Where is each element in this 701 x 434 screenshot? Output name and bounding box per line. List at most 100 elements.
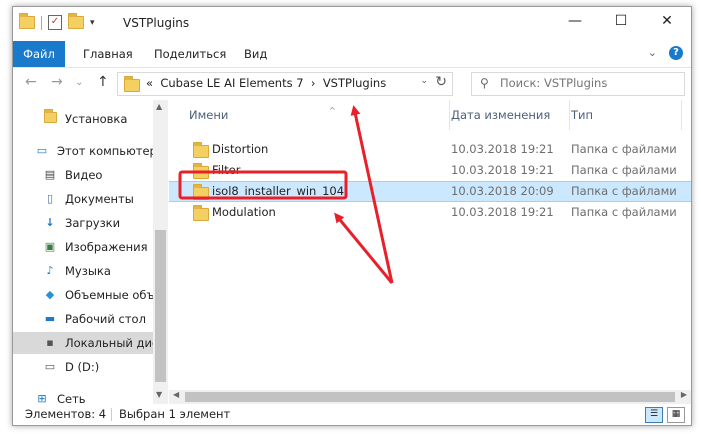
folder-icon xyxy=(193,205,209,221)
file-type: Папка с файлами xyxy=(571,163,677,177)
drive-icon: ▭ xyxy=(44,360,56,373)
file-list: ^ Имени Дата изменения Тип Distortion 10… xyxy=(169,100,691,404)
scroll-left-icon[interactable]: ◀ xyxy=(173,390,179,399)
tab-share[interactable]: Поделиться xyxy=(146,41,234,67)
navigation-scrollbar[interactable]: ▲ ▼ xyxy=(153,100,168,404)
scroll-up-icon[interactable]: ▲ xyxy=(156,102,162,111)
expand-ribbon-icon[interactable]: ⌄ xyxy=(648,46,657,60)
folder-icon[interactable] xyxy=(19,13,35,29)
sidebar-item-3d-objects[interactable]: ◆ Объемные объ xyxy=(13,284,153,306)
sidebar-item-label: Изображения xyxy=(65,240,148,254)
scroll-right-icon[interactable]: ▶ xyxy=(681,390,687,399)
sidebar-item-label: Рабочий стол xyxy=(65,312,146,326)
column-label: Имени xyxy=(189,108,229,122)
file-type: Папка с файлами xyxy=(571,184,677,198)
scrollbar-thumb[interactable] xyxy=(185,392,675,402)
file-date: 10.03.2018 19:21 xyxy=(451,142,554,156)
refresh-icon[interactable]: ↻ xyxy=(435,74,447,90)
breadcrumb: « Cubase LE AI Elements 7 › VSTPlugins xyxy=(146,76,386,90)
horizontal-scrollbar[interactable]: ◀ ▶ xyxy=(169,390,691,404)
folder-icon xyxy=(124,76,140,92)
sidebar-item-label: Локальный дис xyxy=(65,336,153,350)
sidebar-item-install[interactable]: Установка xyxy=(13,108,153,130)
column-header-name[interactable]: ^ Имени xyxy=(189,100,450,130)
local-disk-icon: ▪ xyxy=(46,336,54,349)
sidebar-item-desktop[interactable]: ▬ Рабочий стол xyxy=(13,308,153,330)
forward-arrow-icon[interactable]: → xyxy=(51,74,63,90)
sidebar-item-local-disk[interactable]: ▪ Локальный дис xyxy=(13,332,153,354)
table-row-selected[interactable]: isol8_installer_win_104 10.03.2018 20:09… xyxy=(169,181,691,202)
large-icons-view-icon[interactable]: ▦ xyxy=(667,407,685,423)
back-arrow-icon[interactable]: ← xyxy=(25,74,37,90)
navigation-pane: Установка ▭ Этот компьютер ▤ Видео ▯ Док… xyxy=(13,100,153,406)
folder-icon xyxy=(193,163,209,179)
table-row[interactable]: Filter 10.03.2018 19:21 Папка с файлами xyxy=(169,160,691,181)
3d-objects-icon: ◆ xyxy=(45,288,55,301)
quick-access-toolbar: ✓ ▾ xyxy=(19,13,95,30)
tab-file[interactable]: Файл xyxy=(13,41,65,67)
explorer-window: ✓ ▾ VSTPlugins — ☐ ✕ Файл Главная Подели… xyxy=(12,6,692,426)
file-name: Distortion xyxy=(212,142,269,156)
sidebar-item-label: Документы xyxy=(65,192,134,206)
maximize-button[interactable]: ☐ xyxy=(598,7,644,37)
documents-icon: ▯ xyxy=(46,192,54,205)
video-icon: ▤ xyxy=(44,168,56,181)
sidebar-item-drive-d[interactable]: ▭ D (D:) xyxy=(13,356,153,378)
file-name: Modulation xyxy=(212,205,276,219)
chevron-down-icon[interactable]: ⌄ xyxy=(420,76,428,86)
music-icon: ♪ xyxy=(46,264,54,277)
details-view-icon[interactable]: ☰ xyxy=(645,407,663,423)
column-header-date[interactable]: Дата изменения xyxy=(451,100,570,130)
sidebar-item-label: Установка xyxy=(65,112,128,126)
breadcrumb-current[interactable]: VSTPlugins xyxy=(323,76,386,90)
minimize-button[interactable]: — xyxy=(552,7,598,37)
sidebar-item-music[interactable]: ♪ Музыка xyxy=(13,260,153,282)
folder-icon xyxy=(43,109,57,126)
sidebar-item-documents[interactable]: ▯ Документы xyxy=(13,188,153,210)
item-count: Элементов: 4 xyxy=(25,407,107,421)
up-arrow-icon[interactable]: ↑ xyxy=(97,74,109,90)
title-bar: ✓ ▾ VSTPlugins — ☐ ✕ xyxy=(13,7,691,41)
ribbon-controls: ⌄ ? xyxy=(648,46,683,60)
search-icon: ⚲ xyxy=(480,76,489,90)
breadcrumb-parent[interactable]: Cubase LE AI Elements 7 xyxy=(160,76,303,90)
sidebar-item-label: Музыка xyxy=(65,264,111,278)
sidebar-item-label: Объемные объ xyxy=(65,288,153,302)
breadcrumb-overflow[interactable]: « xyxy=(146,76,153,90)
close-button[interactable]: ✕ xyxy=(644,7,690,37)
scrollbar-thumb[interactable] xyxy=(155,230,166,382)
sidebar-item-label: Этот компьютер xyxy=(57,144,153,158)
sort-arrow-icon: ^ xyxy=(329,106,336,115)
sidebar-item-video[interactable]: ▤ Видео xyxy=(13,164,153,186)
status-bar: Элементов: 4 Выбран 1 элемент ☰ ▦ xyxy=(13,404,691,425)
tab-home[interactable]: Главная xyxy=(75,41,141,67)
sidebar-item-downloads[interactable]: ↓ Загрузки xyxy=(13,212,153,234)
sidebar-item-pictures[interactable]: ▣ Изображения xyxy=(13,236,153,258)
properties-icon[interactable]: ✓ xyxy=(48,15,62,30)
column-label: Тип xyxy=(571,108,594,122)
selection-count: Выбран 1 элемент xyxy=(119,407,231,421)
scroll-down-icon[interactable]: ▼ xyxy=(156,390,162,399)
tab-view[interactable]: Вид xyxy=(236,41,275,67)
file-type: Папка с файлами xyxy=(571,142,677,156)
folder-icon xyxy=(193,184,209,200)
new-folder-icon[interactable] xyxy=(68,13,84,29)
search-input[interactable] xyxy=(498,75,682,91)
pictures-icon: ▣ xyxy=(44,240,56,253)
address-bar[interactable]: « Cubase LE AI Elements 7 › VSTPlugins ⌄… xyxy=(117,72,453,96)
search-box[interactable]: ⚲ xyxy=(471,72,685,96)
help-icon[interactable]: ? xyxy=(669,46,683,60)
customize-toolbar-icon[interactable]: ▾ xyxy=(90,18,95,28)
recent-locations-icon[interactable]: ⌄ xyxy=(75,77,83,88)
divider xyxy=(41,15,42,30)
file-name: isol8_installer_win_104 xyxy=(212,184,345,198)
file-date: 10.03.2018 19:21 xyxy=(451,205,554,219)
chevron-right-icon[interactable]: › xyxy=(311,76,316,90)
file-date: 10.03.2018 19:21 xyxy=(451,163,554,177)
table-row[interactable]: Distortion 10.03.2018 19:21 Папка с файл… xyxy=(169,139,691,160)
desktop-icon: ▬ xyxy=(44,312,56,325)
sidebar-item-this-pc[interactable]: ▭ Этот компьютер xyxy=(13,140,153,162)
divider xyxy=(111,408,112,421)
column-header-type[interactable]: Тип xyxy=(571,100,682,130)
table-row[interactable]: Modulation 10.03.2018 19:21 Папка с файл… xyxy=(169,202,691,223)
